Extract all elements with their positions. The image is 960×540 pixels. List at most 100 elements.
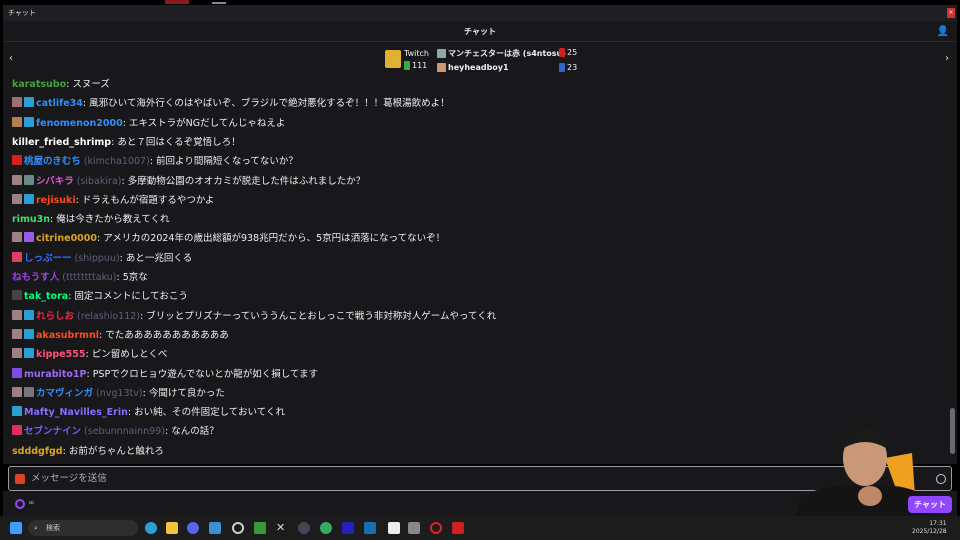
username[interactable]: 桃屋のきむち <box>24 156 81 167</box>
username[interactable]: akasubrmnl <box>36 330 99 341</box>
scrollbar[interactable] <box>950 408 955 454</box>
app-icon[interactable] <box>430 522 442 534</box>
message-text: 固定コメントにしておこう <box>74 291 188 303</box>
message-text: 今聞けて良かった <box>148 387 225 399</box>
steam-icon[interactable] <box>364 522 376 534</box>
app-icon[interactable] <box>408 522 420 534</box>
channel-points-icon[interactable] <box>15 499 25 509</box>
capcut-icon[interactable]: ✕ <box>276 522 288 534</box>
badge-icon <box>24 232 34 243</box>
app-icon[interactable] <box>320 522 332 534</box>
platform-count: 111 <box>412 61 428 70</box>
login-name: (ttttttttaku) <box>62 272 117 283</box>
message-placeholder: メッセージを送信 <box>31 473 107 484</box>
username[interactable]: fenomenon2000 <box>36 118 123 129</box>
app-icon[interactable] <box>342 522 354 534</box>
chat-message: murabito1P: PSPでクロヒョウ遊んでないとか龍が如く損してます <box>12 367 318 382</box>
badge-icon <box>12 174 22 185</box>
leaderboard-entry: heyheadboy1 <box>437 63 509 72</box>
search-icon: ⌕ <box>34 524 38 532</box>
username[interactable]: しっぷーー <box>24 253 72 264</box>
badge-icon <box>12 309 22 320</box>
username[interactable]: kippe555 <box>36 349 85 360</box>
username[interactable]: セブンナイン <box>24 426 81 437</box>
chat-message: 桃屋のきむち (kimcha1007): 前回より間隔短くなってないか？ <box>12 155 298 169</box>
message-text: ブリッとプリズナーっていううんことおしっこで戦う非対称対人ゲームやってくれ <box>146 310 497 322</box>
chat-message: れらしお (relashio112): ブリッとプリズナーっていううんことおしっ… <box>12 309 497 324</box>
badge-icon <box>12 155 22 166</box>
username[interactable]: ねもうす人 <box>12 272 59 283</box>
chevron-left-icon[interactable]: ‹ <box>9 53 13 64</box>
badge-icon <box>24 116 34 127</box>
taskbar-search[interactable]: ⌕ 検索 <box>28 520 138 536</box>
message-text: PSPでクロヒョウ遊んでないとか龍が如く損してます <box>92 368 318 380</box>
gift-icon <box>404 61 410 70</box>
gift-leaderboard: ‹ › Twitch 111 マンチェスターは赤 (s4ntosu) 25 he… <box>3 42 957 79</box>
username[interactable]: killer_fried_shrimp <box>12 137 111 148</box>
username[interactable]: sdddgfgd <box>12 446 63 457</box>
message-text: でたあああああああああああ <box>105 329 229 341</box>
message-text: スヌーズ <box>72 79 110 90</box>
username[interactable]: rejisuki <box>36 195 76 206</box>
username[interactable]: tak_tora <box>24 291 68 302</box>
chat-message: シバキラ (sibakira): 多摩動物公園のオオカミが脱走した件はふれました… <box>12 174 366 189</box>
message-text: 俺は今きたから教えてくれ <box>56 214 170 226</box>
gift-icon <box>559 63 565 72</box>
badge-icon <box>12 367 22 378</box>
app-icon[interactable] <box>452 522 464 534</box>
chat-message: セブンナイン (sebunnnainn99): なんの話？ <box>12 425 219 439</box>
badge-icon <box>12 193 22 204</box>
message-text: ドラえもんが宿題するやつかよ <box>81 194 215 206</box>
message-text: アメリカの2024年の歳出総額が938兆円だから、5京円は洒落になってないぞ！ <box>103 233 446 245</box>
badge-icon <box>12 348 22 359</box>
chat-messages: karatsubo: スヌーズ catlife34: 風邪ひいて海外行くのはやばい… <box>3 76 957 464</box>
badge-icon <box>24 309 34 320</box>
username[interactable]: murabito1P <box>24 369 86 380</box>
clock[interactable]: 17:31 2025/12/28 <box>912 520 947 536</box>
login-name: (kimcha1007) <box>83 156 150 168</box>
username[interactable]: シバキラ <box>36 176 74 187</box>
close-button[interactable]: × <box>947 8 955 18</box>
message-text: あと７回はくるぞ覚悟しろ！ <box>117 136 241 148</box>
start-icon[interactable] <box>10 522 22 534</box>
chat-message: rimu3n: 俺は今きたから教えてくれ <box>12 214 170 226</box>
minecraft-icon[interactable] <box>254 522 266 534</box>
username[interactable]: rimu3n <box>12 214 50 225</box>
badge-icon <box>24 193 34 204</box>
username[interactable]: catlife34 <box>36 98 83 109</box>
leaderboard-count: 25 <box>567 48 578 57</box>
avatar <box>437 63 446 72</box>
chat-message: rejisuki: ドラえもんが宿題するやつかよ <box>12 193 215 208</box>
username[interactable]: Mafty_Navilles_Erin <box>24 407 128 418</box>
message-text: エキストラがNGだしてんじゃねえよ <box>128 117 286 129</box>
leaderboard-entry: マンチェスターは赤 (s4ntosu) <box>437 48 566 59</box>
login-name: (nvg13tv) <box>96 387 143 399</box>
edge-icon[interactable] <box>145 522 157 534</box>
users-icon[interactable]: 👤 <box>937 21 949 42</box>
discord-icon[interactable] <box>187 522 199 534</box>
login-name: (sebunnnainn99) <box>84 426 165 438</box>
chat-title: チャット <box>464 27 496 36</box>
username[interactable]: karatsubo <box>12 79 66 90</box>
username[interactable]: カマヴィンガ <box>36 388 93 399</box>
obs-icon[interactable] <box>232 522 244 534</box>
chevron-right-icon[interactable]: › <box>945 53 949 64</box>
message-text: おい純、その件固定しておいてくれ <box>134 407 285 419</box>
app-icon[interactable] <box>388 522 400 534</box>
folder-icon[interactable] <box>166 522 178 534</box>
notepad-icon[interactable] <box>209 522 221 534</box>
badge-icon <box>12 406 22 417</box>
username[interactable]: れらしお <box>36 311 74 322</box>
badge-icon <box>12 97 22 108</box>
chat-message: catlife34: 風邪ひいて海外行くのはやばいぞ、ブラジルで絶対悪化するぞ！… <box>12 97 450 111</box>
send-chat-button[interactable]: チャット <box>908 496 952 513</box>
message-text: 多摩動物公園のオオカミが脱走した件はふれましたか？ <box>127 175 366 187</box>
username[interactable]: citrine0000 <box>36 233 97 244</box>
badge-icon <box>12 251 22 262</box>
chat-message: Mafty_Navilles_Erin: おい純、その件固定しておいてくれ <box>12 406 285 420</box>
platform-label: Twitch <box>404 49 429 58</box>
message-text: 風邪ひいて海外行くのはやばいぞ、ブラジルで絶対悪化するぞ！！！葛根湯飲めよ！ <box>89 98 450 110</box>
search-label: 検索 <box>46 524 60 532</box>
app-icon[interactable] <box>298 522 310 534</box>
window-titlebar: チャット × <box>3 5 957 21</box>
